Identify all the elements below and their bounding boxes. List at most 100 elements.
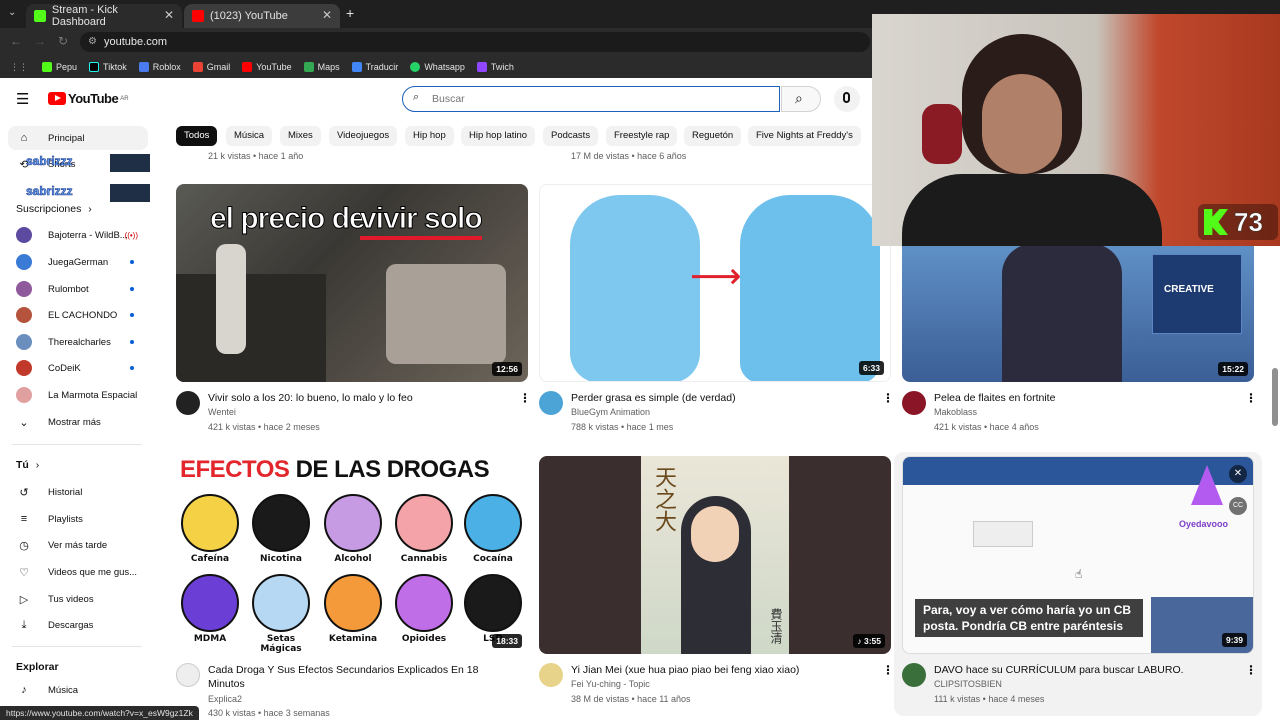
partial-video-meta: 17 M de vistas • hace 6 años: [571, 151, 687, 161]
chip-hip-hop[interactable]: Hip hop: [405, 126, 454, 146]
sidebar-item-historial[interactable]: ↺ Historial: [8, 480, 148, 504]
search-input[interactable]: [432, 90, 772, 108]
bookmark-gmail[interactable]: Gmail: [192, 62, 230, 72]
overlay-viewer-name: sabrizzz: [26, 184, 73, 199]
search-button[interactable]: ⌕: [781, 86, 821, 112]
more-options-icon[interactable]: ⋮: [882, 391, 894, 405]
apps-icon[interactable]: ⋮⋮: [10, 62, 28, 73]
more-options-icon[interactable]: ⋮: [1245, 663, 1257, 677]
drug-ketamina: Ketamina: [323, 574, 383, 644]
thumb-cn-title: 天之大: [651, 466, 676, 532]
more-options-icon[interactable]: ⋮: [1245, 391, 1257, 405]
chip-regueton[interactable]: Reguetón: [684, 126, 742, 146]
sidebar-sub-el-cachondo[interactable]: EL CACHONDO: [8, 303, 148, 327]
thumb-heading-red: EFECTOS: [180, 456, 290, 483]
avatar: [16, 334, 32, 350]
channel-name[interactable]: Makoblass: [934, 407, 977, 417]
bookmark-roblox[interactable]: Roblox: [138, 62, 181, 72]
you-header[interactable]: Tú ›: [16, 459, 39, 471]
video-title[interactable]: Pelea de flaites en fortnite: [934, 391, 1234, 405]
tab-kick-dashboard[interactable]: Stream - Kick Dashboard ✕: [26, 4, 182, 28]
sidebar-item-liked[interactable]: ♡ Videos que me gus...: [8, 560, 148, 584]
video-thumbnail[interactable]: Oyedavooo ✕ CC ☝ Para, voy a ver cómo ha…: [902, 456, 1254, 654]
channel-name[interactable]: CLIPSITOSBIEN: [934, 679, 1002, 689]
site-info-icon[interactable]: ⚙: [88, 32, 97, 52]
sidebar-item-label: Mostrar más: [48, 416, 101, 428]
chip-mixes[interactable]: Mixes: [280, 126, 321, 146]
new-tab-button[interactable]: +: [346, 5, 354, 21]
address-bar[interactable]: ⚙ youtube.com: [80, 32, 870, 52]
sidebar-sub-codeik[interactable]: CoDeiK: [8, 356, 148, 380]
back-icon[interactable]: ←: [10, 34, 22, 48]
tab-list-chevron-icon[interactable]: ⌄: [8, 7, 16, 18]
sidebar-item-downloads[interactable]: ⤓ Descargas: [8, 613, 148, 637]
close-tab-icon[interactable]: ✕: [322, 8, 332, 22]
forward-icon[interactable]: →: [34, 34, 46, 48]
video-thumbnail[interactable]: el precio de vivir solo 12:56: [176, 184, 528, 382]
bookmark-whatsapp[interactable]: Whatsapp: [410, 62, 465, 72]
sidebar-sub-juegagerman[interactable]: JuegaGerman: [8, 250, 148, 274]
sidebar-item-watch-later[interactable]: ◷ Ver más tarde: [8, 533, 148, 557]
sidebar-item-principal[interactable]: ⌂ Principal: [8, 126, 148, 150]
channel-avatar[interactable]: [902, 391, 926, 415]
channel-name[interactable]: Explica2: [208, 694, 242, 704]
video-title[interactable]: Cada Droga Y Sus Efectos Secundarios Exp…: [208, 663, 508, 691]
bookmark-tiktok[interactable]: Tiktok: [89, 62, 127, 72]
channel-name[interactable]: Fei Yu-ching - Topic: [571, 679, 650, 689]
sidebar-sub-therealcharles[interactable]: Therealcharles: [8, 330, 148, 354]
video-title[interactable]: Yi Jian Mei (xue hua piao piao bei feng …: [571, 663, 871, 677]
bookmark-twich[interactable]: Twich: [476, 62, 514, 72]
sidebar-item-label: Therealcharles: [48, 336, 111, 348]
sidebar-sub-la-marmota[interactable]: La Marmota Espacial: [8, 383, 148, 407]
video-title[interactable]: Vivir solo a los 20: lo bueno, lo malo y…: [208, 391, 508, 405]
thumb-sofa: [386, 264, 506, 364]
channel-avatar[interactable]: [539, 391, 563, 415]
sidebar-item-playlists[interactable]: ≡ Playlists: [8, 507, 148, 531]
kick-viewer-counter: 73: [1198, 204, 1278, 240]
hamburger-menu-icon[interactable]: ☰: [16, 90, 29, 108]
sidebar-divider: [12, 444, 142, 445]
avatar: [16, 254, 32, 270]
bookmark-traducir[interactable]: Traducir: [351, 62, 398, 72]
avatar: [16, 281, 32, 297]
video-thumbnail[interactable]: 天之大 費玉清 ♪ 3:55: [539, 456, 891, 654]
captions-button[interactable]: CC: [1229, 497, 1247, 515]
channel-avatar[interactable]: [539, 663, 563, 687]
reload-icon[interactable]: ↻: [58, 34, 68, 48]
close-tab-icon[interactable]: ✕: [164, 8, 174, 22]
sidebar-sub-bajoterra[interactable]: Bajoterra - WildB... ((•)): [8, 223, 148, 247]
sidebar-item-your-videos[interactable]: ▷ Tus videos: [8, 587, 148, 611]
sidebar-item-musica[interactable]: ♪ Música: [8, 678, 148, 702]
more-options-icon[interactable]: ⋮: [519, 391, 531, 405]
sidebar-show-more[interactable]: ⌄ Mostrar más: [8, 410, 148, 434]
youtube-logo[interactable]: YouTube AR: [48, 91, 129, 106]
chip-freestyle-rap[interactable]: Freestyle rap: [606, 126, 678, 146]
more-options-icon[interactable]: ⋮: [882, 663, 894, 677]
channel-avatar[interactable]: [902, 663, 926, 687]
chip-musica[interactable]: Música: [226, 126, 273, 146]
channel-avatar[interactable]: [176, 663, 200, 687]
scrollbar-thumb[interactable]: [1272, 368, 1278, 426]
bookmark-pepu[interactable]: Pepu: [42, 62, 77, 72]
mute-button[interactable]: ✕: [1229, 465, 1247, 483]
chip-podcasts[interactable]: Podcasts: [543, 126, 599, 146]
video-thumbnail[interactable]: EFECTOS DE LAS DROGAS Cafeína Nicotina A…: [176, 456, 528, 654]
bookmark-youtube[interactable]: YouTube: [242, 62, 292, 72]
sidebar-sub-rulombot[interactable]: Rulombot: [8, 277, 148, 301]
chip-todos[interactable]: Todos: [176, 126, 218, 146]
video-title[interactable]: DAVO hace su CURRÍCULUM para buscar LABU…: [934, 663, 1234, 677]
video-thumbnail[interactable]: ⟶ 6:33: [539, 184, 891, 382]
voice-search-button[interactable]: [834, 86, 860, 112]
channel-name[interactable]: BlueGym Animation: [571, 407, 650, 417]
thumb-figure-after: [740, 195, 880, 381]
tab-youtube[interactable]: (1023) YouTube ✕: [184, 4, 340, 28]
channel-name[interactable]: Wentei: [208, 407, 236, 417]
channel-avatar[interactable]: [176, 391, 200, 415]
video-title[interactable]: Perder grasa es simple (de verdad): [571, 391, 871, 405]
chip-videojuegos[interactable]: Videojuegos: [329, 126, 398, 146]
chip-five-nights[interactable]: Five Nights at Freddy's: [748, 126, 861, 146]
thumb-characters: [1002, 244, 1122, 382]
subscriptions-header[interactable]: Suscripciones ›: [16, 203, 92, 215]
chip-hip-hop-latino[interactable]: Hip hop latino: [461, 126, 536, 146]
bookmark-maps[interactable]: Maps: [303, 62, 340, 72]
